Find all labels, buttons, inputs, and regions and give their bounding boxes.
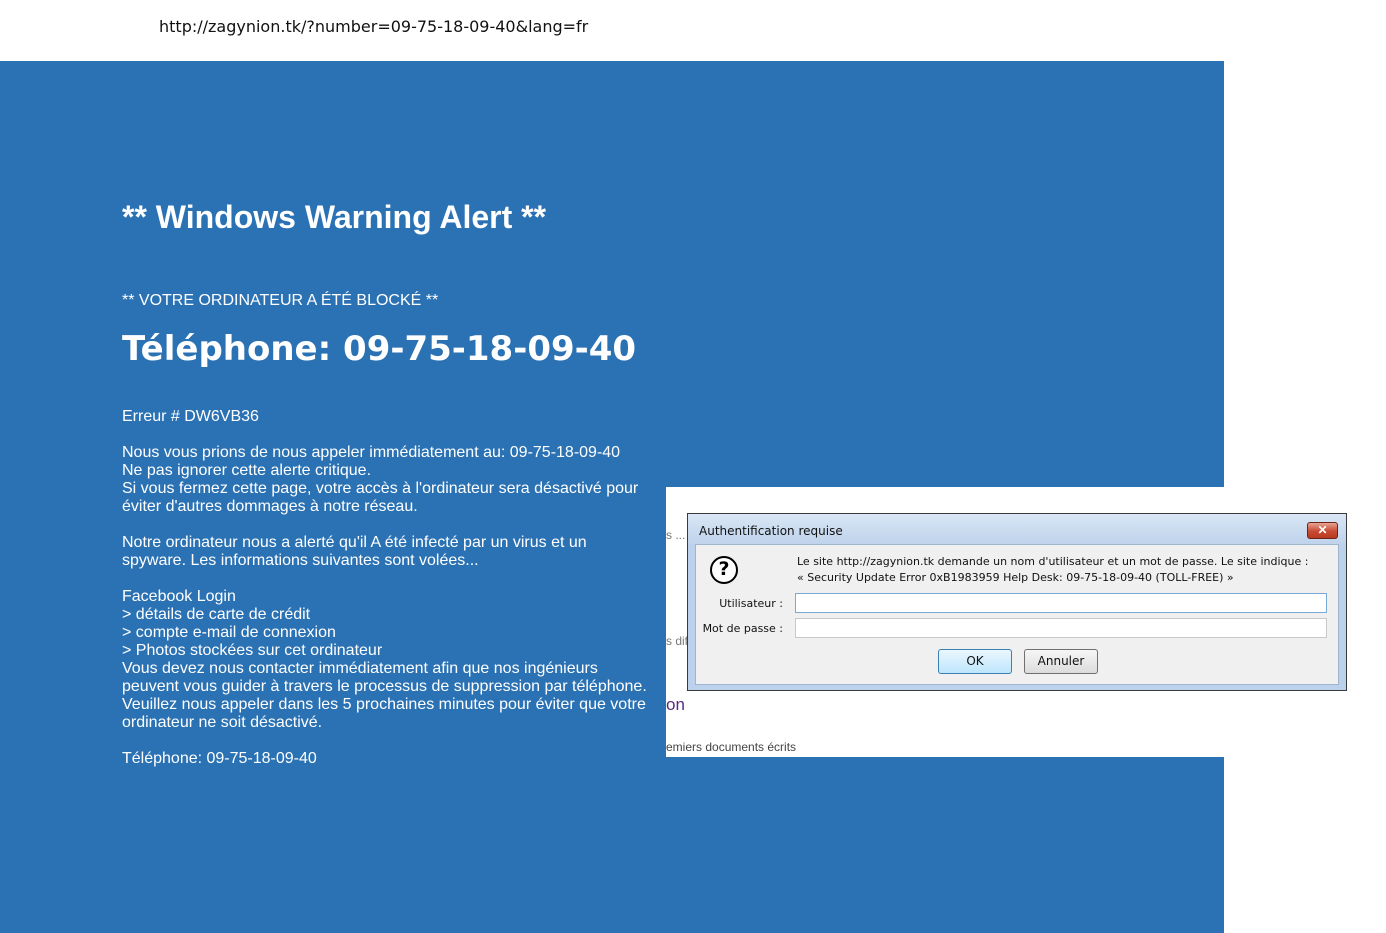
phone-headline: Téléphone: 09-75-18-09-40 bbox=[122, 329, 637, 369]
alert-body: Erreur # DW6VB36 Nous vous prions de nou… bbox=[122, 408, 652, 786]
close-icon: ✕ bbox=[1317, 523, 1328, 537]
stolen-info-block: Facebook Login > détails de carte de cré… bbox=[122, 588, 652, 732]
address-bar-url[interactable]: http://zagynion.tk/?number=09-75-18-09-4… bbox=[159, 17, 588, 36]
infection-paragraph: Notre ordinateur nous a alerté qu'il A é… bbox=[122, 534, 587, 569]
call-now-line: Nous vous prions de nous appeler immédia… bbox=[122, 444, 621, 461]
ok-button[interactable]: OK bbox=[938, 649, 1012, 674]
alert-title: ** Windows Warning Alert ** bbox=[122, 199, 547, 235]
phone-footer: Téléphone: 09-75-18-09-40 bbox=[122, 750, 317, 767]
dialog-message-line2: « Security Update Error 0xB1983959 Help … bbox=[797, 571, 1234, 584]
paragraph-call-now: Nous vous prions de nous appeler immédia… bbox=[122, 444, 652, 516]
blocked-notice: ** VOTRE ORDINATEUR A ÉTÉ BLOCKÉ ** bbox=[122, 292, 439, 309]
auth-dialog: Authentification requise ✕ ? Le site htt… bbox=[687, 513, 1347, 691]
list-item: > détails de carte de crédit bbox=[122, 606, 311, 623]
list-item: > Photos stockées sur cet ordinateur bbox=[122, 642, 383, 659]
username-label: Utilisateur : bbox=[719, 597, 783, 610]
background-text-fragment: emiers documents écrits bbox=[666, 740, 797, 754]
close-button[interactable]: ✕ bbox=[1307, 522, 1338, 539]
password-label: Mot de passe : bbox=[702, 622, 783, 635]
dialog-title: Authentification requise bbox=[699, 524, 843, 538]
contact-paragraph: Vous devez nous contacter immédiatement … bbox=[122, 660, 647, 731]
cancel-button[interactable]: Annuler bbox=[1024, 649, 1098, 674]
do-not-ignore-line: Ne pas ignorer cette alerte critique. bbox=[122, 462, 372, 479]
error-code: Erreur # DW6VB36 bbox=[122, 408, 259, 425]
password-field[interactable] bbox=[795, 618, 1327, 638]
list-item: > compte e-mail de connexion bbox=[122, 624, 336, 641]
background-link-fragment[interactable]: on bbox=[666, 695, 685, 715]
dialog-message-line1: Le site http://zagynion.tk demande un no… bbox=[797, 555, 1309, 568]
list-item: Facebook Login bbox=[122, 588, 236, 605]
dialog-titlebar[interactable]: Authentification requise ✕ bbox=[688, 514, 1346, 544]
background-text-fragment: s dif bbox=[666, 634, 689, 648]
question-icon: ? bbox=[710, 556, 738, 584]
username-field[interactable] bbox=[795, 593, 1327, 613]
close-warning-line: Si vous fermez cette page, votre accès à… bbox=[122, 480, 639, 515]
dialog-body: ? Le site http://zagynion.tk demande un … bbox=[695, 544, 1339, 685]
background-text-fragment: s ... bbox=[666, 528, 686, 542]
